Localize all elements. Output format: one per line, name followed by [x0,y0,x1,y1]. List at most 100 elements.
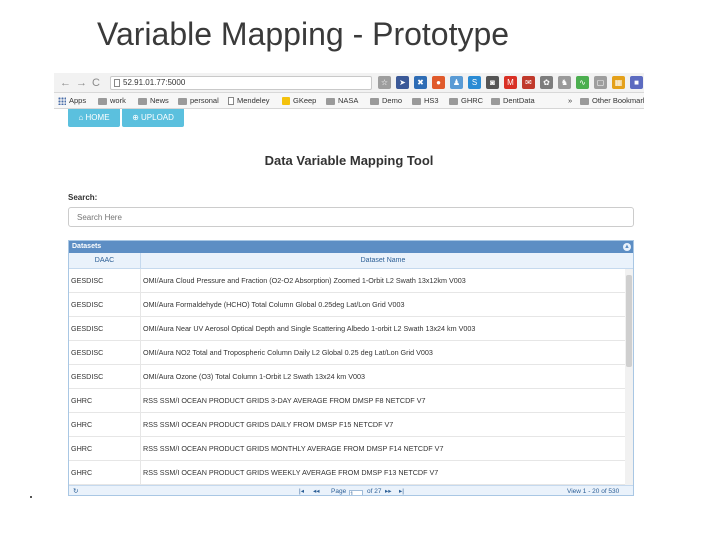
bookmark-nasa[interactable]: NASA [326,96,358,106]
search-input[interactable] [68,207,634,227]
cell-daac: GHRC [69,461,141,485]
folder-icon [491,97,500,105]
home-icon: ⌂ [78,113,84,122]
table-row[interactable]: GHRC RSS SSM/I OCEAN PRODUCT GRIDS 3-DAY … [69,389,625,413]
keep-icon [282,97,290,105]
first-page-icon[interactable]: |◂ [299,488,304,495]
page-icon [114,79,120,87]
table-row[interactable]: GESDISC OMI/Aura Cloud Pressure and Fract… [69,269,625,293]
cell-daac: GESDISC [69,293,141,317]
grid-caption: Datasets ▲ [69,241,633,253]
extension-s-icon[interactable]: S [468,76,481,89]
browser-screenshot: ← → C 52.91.01.77:5000 ☆➤✖●♟S◙M✉✿♞∿▢▦■▯ … [54,73,644,497]
cell-dataset-name: RSS SSM/I OCEAN PRODUCT GRIDS DAILY FROM… [143,420,394,429]
bookmark-work[interactable]: work [98,96,126,106]
grid-pager: ↻ |◂ ◂◂ Page 1 of 27 ▸▸ ▸| View 1 - 20 o… [69,485,633,495]
collapse-icon[interactable]: ▲ [623,243,631,251]
extension-x-icon[interactable]: ✖ [414,76,427,89]
bookmark-other[interactable]: Other Bookmarks [580,96,644,106]
gmail-icon[interactable]: M [504,76,517,89]
slide-marker [30,496,32,498]
cell-daac: GESDISC [69,317,141,341]
reload-icon[interactable]: C [92,76,100,90]
folder-icon [370,97,379,105]
table-row[interactable]: GHRC RSS SSM/I OCEAN PRODUCT GRIDS DAILY … [69,413,625,437]
cell-dataset-name: OMI/Aura Ozone (O3) Total Column 1-Orbit… [143,372,365,381]
bookmark-personal[interactable]: personal [178,96,219,106]
refresh-icon[interactable]: ↻ [73,488,78,495]
grid-body: GESDISC OMI/Aura Cloud Pressure and Fract… [69,269,625,485]
back-icon[interactable]: ← [60,76,71,90]
cell-dataset-name: OMI/Aura Formaldehyde (HCHO) Total Colum… [143,300,405,309]
bookmark-apps[interactable]: Apps [58,96,86,106]
apps-icon [58,97,66,105]
forward-icon[interactable]: → [76,76,87,90]
camera-icon[interactable]: ◙ [486,76,499,89]
notifications-icon[interactable]: ✉ [522,76,535,89]
folder-icon [412,97,421,105]
table-row[interactable]: GESDISC OMI/Aura Formaldehyde (HCHO) Tota… [69,293,625,317]
square-extension-icon[interactable]: ■ [630,76,643,89]
cell-dataset-name: RSS SSM/I OCEAN PRODUCT GRIDS WEEKLY AVE… [143,468,439,477]
table-row[interactable]: GESDISC OMI/Aura Ozone (O3) Total Column … [69,365,625,389]
cell-daac: GESDISC [69,341,141,365]
bookmark-news[interactable]: News [138,96,169,106]
bookmark-gkeep[interactable]: GKeep [282,96,316,106]
column-header-dataset-name[interactable]: Dataset Name [141,253,625,269]
cell-daac: GHRC [69,437,141,461]
bookmark-ghrc[interactable]: GHRC [449,96,483,106]
cell-daac: GESDISC [69,269,141,293]
slide-title: Variable Mapping - Prototype [97,16,510,52]
cell-dataset-name: RSS SSM/I OCEAN PRODUCT GRIDS 3-DAY AVER… [143,396,426,405]
folder-icon [580,97,589,105]
scroll-thumb[interactable] [626,275,632,367]
extension-arrow-icon[interactable]: ➤ [396,76,409,89]
bookmarks-bar: Apps work News personal Mendeley GKeep N… [54,93,644,109]
chart-icon[interactable]: ∿ [576,76,589,89]
upload-icon: ⊕ [132,113,139,122]
extension-pin-icon[interactable]: ● [432,76,445,89]
page-label: Page [331,488,347,495]
cell-daac: GHRC [69,389,141,413]
settings-flower-icon[interactable]: ✿ [540,76,553,89]
bookmark-demo[interactable]: Demo [370,96,402,106]
browser-toolbar: ← → C 52.91.01.77:5000 ☆➤✖●♟S◙M✉✿♞∿▢▦■▯ [54,73,644,93]
cell-daac: GESDISC [69,365,141,389]
grid-header: DAAC Dataset Name [69,253,633,269]
grid-icon[interactable]: ▦ [612,76,625,89]
table-row[interactable]: GESDISC OMI/Aura Near UV Aerosol Optical … [69,317,625,341]
cell-dataset-name: RSS SSM/I OCEAN PRODUCT GRIDS MONTHLY AV… [143,444,444,453]
bookmark-mendeley[interactable]: Mendeley [228,96,270,106]
bookmark-dentdata[interactable]: DentData [491,96,535,106]
address-bar[interactable]: 52.91.01.77:5000 [110,76,372,90]
cell-daac: GHRC [69,413,141,437]
cell-dataset-name: OMI/Aura Near UV Aerosol Optical Depth a… [143,324,476,333]
folder-icon [449,97,458,105]
bookmark-hs3[interactable]: HS3 [412,96,439,106]
page-total: of 27 [367,488,382,495]
home-button[interactable]: ⌂ HOME [68,109,120,127]
address-url: 52.91.01.77:5000 [123,78,186,87]
column-header-daac[interactable]: DAAC [69,253,141,269]
table-row[interactable]: GHRC RSS SSM/I OCEAN PRODUCT GRIDS MONTHL… [69,437,625,461]
prev-page-icon[interactable]: ◂◂ [313,488,320,495]
page-icon[interactable]: ▢ [594,76,607,89]
bookmark-star-icon[interactable]: ☆ [378,76,391,89]
next-page-icon[interactable]: ▸▸ [385,488,392,495]
view-count: View 1 - 20 of 530 [567,488,620,495]
folder-icon [98,97,107,105]
extension-icons: ☆➤✖●♟S◙M✉✿♞∿▢▦■▯ [378,76,644,90]
bookmarks-overflow[interactable]: » [568,96,572,106]
cell-dataset-name: OMI/Aura Cloud Pressure and Fraction (O2… [143,276,466,285]
extension-people-icon[interactable]: ♟ [450,76,463,89]
grid-scrollbar[interactable] [625,269,633,485]
datasets-grid: Datasets ▲ DAAC Dataset Name GESDISC OMI/… [68,240,634,496]
table-row[interactable]: GHRC RSS SSM/I OCEAN PRODUCT GRIDS WEEKLY… [69,461,625,485]
cell-dataset-name: OMI/Aura NO2 Total and Tropospheric Colu… [143,348,433,357]
people-icon[interactable]: ♞ [558,76,571,89]
upload-button[interactable]: ⊕ UPLOAD [122,109,184,127]
folder-icon [138,97,147,105]
folder-icon [326,97,335,105]
table-row[interactable]: GESDISC OMI/Aura NO2 Total and Tropospher… [69,341,625,365]
last-page-icon[interactable]: ▸| [399,488,404,495]
